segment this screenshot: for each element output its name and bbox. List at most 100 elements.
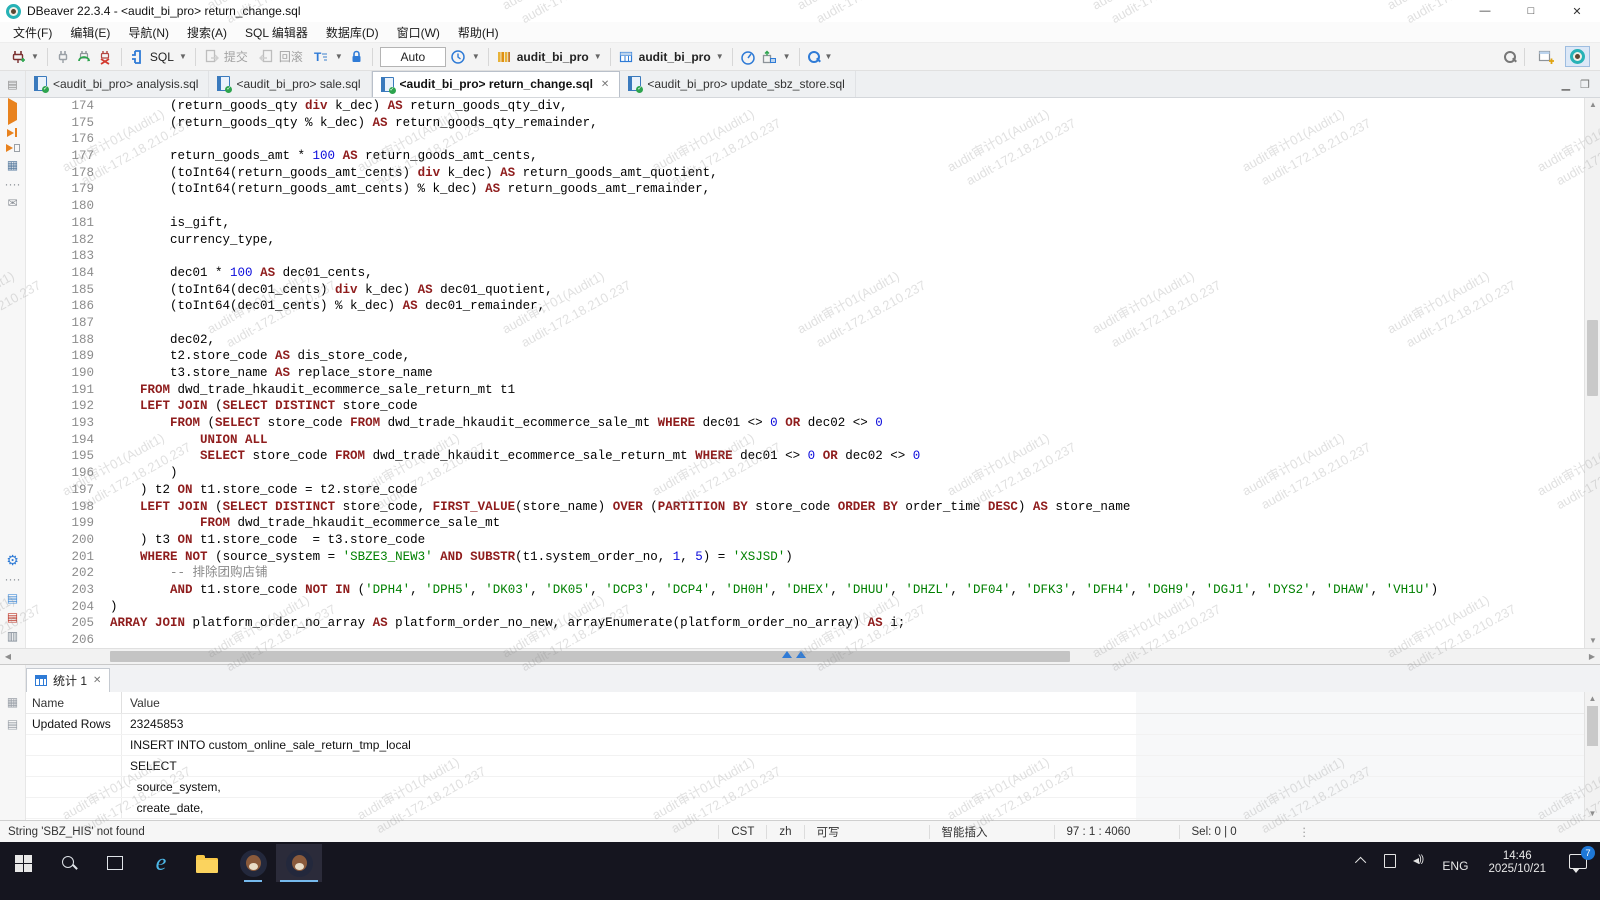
tray-document-button[interactable] — [1378, 846, 1402, 876]
menu-item[interactable]: 编辑(E) — [61, 22, 119, 43]
results-vertical-scrollbar[interactable]: ▲ ▼ — [1584, 692, 1600, 820]
lock-icon[interactable] — [348, 48, 365, 65]
quick-access-search-icon[interactable] — [1503, 50, 1516, 63]
table-row[interactable]: source_system, — [26, 777, 1600, 798]
connection-selector[interactable]: audit_bi_pro — [517, 50, 589, 64]
menu-item[interactable]: 搜索(A) — [178, 22, 236, 43]
settings-gear-icon[interactable]: ⚙ — [5, 554, 21, 566]
statistics-tab[interactable]: 统计 1 ✕ — [26, 668, 110, 692]
scroll-left-icon[interactable]: ◀ — [0, 649, 16, 664]
execute-new-tab-icon[interactable] — [6, 144, 20, 152]
maximize-button[interactable]: □ — [1508, 0, 1554, 22]
statistics-grid-icon — [35, 675, 47, 686]
code-line: 178 (toInt64(return_goods_amt_cents) div… — [26, 165, 1584, 182]
action-center-button[interactable]: 7 — [1558, 844, 1598, 878]
output-log-icon[interactable]: ▤ — [5, 592, 21, 604]
more-actions-icon[interactable]: ···· — [5, 178, 21, 190]
close-icon[interactable]: ✕ — [601, 79, 609, 90]
line-number: 200 — [26, 532, 110, 549]
execute-statement-icon[interactable] — [8, 103, 17, 121]
open-perspective-button[interactable] — [1533, 46, 1559, 68]
export-result-icon[interactable]: ✉ — [5, 197, 21, 209]
editor-vertical-scrollbar[interactable]: ▲ ▼ — [1584, 98, 1600, 648]
scroll-down-icon[interactable]: ▼ — [1585, 807, 1600, 820]
close-icon[interactable]: ✕ — [93, 675, 101, 686]
dashboard-icon[interactable] — [740, 48, 757, 65]
close-button[interactable]: ✕ — [1554, 0, 1600, 22]
table-row[interactable]: Updated Rows23245853 — [26, 714, 1600, 735]
rollback-button[interactable]: 回滚 — [279, 48, 303, 65]
sash-up-icon[interactable] — [782, 651, 792, 658]
chevron-down-icon[interactable]: ▼ — [471, 52, 481, 61]
dbeaver-taskbar-button[interactable] — [230, 844, 276, 882]
chevron-down-icon[interactable]: ▼ — [824, 52, 834, 61]
menu-item[interactable]: 窗口(W) — [388, 22, 449, 43]
explain-plan-icon[interactable]: ▦ — [5, 159, 21, 171]
scroll-right-icon[interactable]: ▶ — [1584, 649, 1600, 664]
chevron-down-icon[interactable]: ▼ — [334, 52, 344, 61]
language-indicator[interactable]: ENG — [1434, 859, 1476, 873]
start-button[interactable] — [0, 844, 46, 882]
dbeaver-taskbar-button-active[interactable] — [276, 844, 322, 882]
chevron-down-icon[interactable]: ▼ — [593, 52, 603, 61]
task-view-button[interactable] — [92, 844, 138, 882]
menu-item[interactable]: SQL 编辑器 — [236, 22, 317, 43]
schema-selector[interactable]: audit_bi_pro — [639, 50, 711, 64]
taskbar-search-button[interactable] — [46, 844, 92, 882]
sql-editor-icon[interactable] — [129, 48, 146, 65]
chevron-down-icon[interactable]: ▼ — [178, 52, 188, 61]
transaction-history-icon[interactable] — [450, 48, 467, 65]
disconnect-icon[interactable] — [97, 48, 114, 65]
line-number: 193 — [26, 415, 110, 432]
editor-tab[interactable]: ✓<audit_bi_pro> return_change.sql✕ — [372, 71, 621, 97]
chevron-down-icon[interactable]: ▼ — [782, 52, 792, 61]
reconnect-icon[interactable] — [76, 48, 93, 65]
tray-volume-button[interactable] — [1406, 846, 1430, 876]
editor-horizontal-scrollbar[interactable]: ◀ ▶ — [0, 648, 1600, 664]
menu-item[interactable]: 帮助(H) — [449, 22, 508, 43]
editor-list-icon[interactable]: ▤ — [0, 71, 26, 97]
result-grid-icon[interactable]: ▥ — [5, 630, 21, 642]
column-header-name[interactable]: Name — [26, 692, 122, 713]
sql-button-label[interactable]: SQL — [150, 50, 174, 64]
menu-item[interactable]: 文件(F) — [4, 22, 61, 43]
editor-tab[interactable]: ✓<audit_bi_pro> update_sbz_store.sql — [620, 71, 855, 97]
taskbar-clock[interactable]: 14:46 2025/10/21 — [1480, 846, 1554, 876]
commit-button[interactable]: 提交 — [224, 48, 248, 65]
connect-icon[interactable] — [55, 48, 72, 65]
status-overflow-icon[interactable]: ⋮ — [1289, 825, 1321, 839]
minimize-button[interactable]: — — [1462, 0, 1508, 22]
chevron-down-icon[interactable]: ▼ — [30, 52, 40, 61]
scroll-up-icon[interactable]: ▲ — [1585, 692, 1600, 705]
minimize-view-icon[interactable]: ▁ — [1562, 78, 1570, 91]
table-row[interactable]: INSERT INTO custom_online_sale_return_tm… — [26, 735, 1600, 756]
sash-up-icon[interactable] — [796, 651, 806, 658]
grid-view-icon[interactable]: ▦ — [7, 695, 18, 709]
execute-script-icon[interactable] — [7, 128, 18, 137]
more-options-icon[interactable]: ···· — [5, 573, 21, 585]
table-row[interactable]: create_date, — [26, 798, 1600, 819]
editor-tab[interactable]: ✓<audit_bi_pro> analysis.sql — [26, 71, 209, 97]
error-log-icon[interactable]: ▤ — [5, 611, 21, 623]
scroll-up-icon[interactable]: ▲ — [1585, 98, 1600, 112]
menu-item[interactable]: 导航(N) — [119, 22, 178, 43]
menu-item[interactable]: 数据库(D) — [317, 22, 388, 43]
search-icon[interactable] — [807, 50, 820, 63]
transaction-log-icon[interactable]: T — [313, 48, 330, 65]
code-editor-text[interactable]: 174 (return_goods_qty div k_dec) AS retu… — [26, 98, 1584, 648]
table-row[interactable]: SELECT — [26, 756, 1600, 777]
editor-tab[interactable]: ✓<audit_bi_pro> sale.sql — [209, 71, 371, 97]
code-line: 204) — [26, 599, 1584, 616]
autocommit-combo[interactable]: Auto — [380, 47, 446, 67]
maximize-view-icon[interactable]: ❐ — [1580, 78, 1590, 91]
scroll-down-icon[interactable]: ▼ — [1585, 634, 1600, 648]
text-view-icon[interactable]: ▤ — [7, 717, 18, 731]
dbeaver-perspective-button[interactable] — [1565, 46, 1590, 67]
internet-explorer-button[interactable]: e — [138, 844, 184, 882]
tray-expand-button[interactable] — [1350, 846, 1374, 876]
commit-mode-icon[interactable] — [761, 48, 778, 65]
new-connection-icon[interactable] — [9, 48, 26, 65]
file-explorer-button[interactable] — [184, 844, 230, 882]
chevron-down-icon[interactable]: ▼ — [715, 52, 725, 61]
column-header-value[interactable]: Value — [122, 696, 160, 710]
